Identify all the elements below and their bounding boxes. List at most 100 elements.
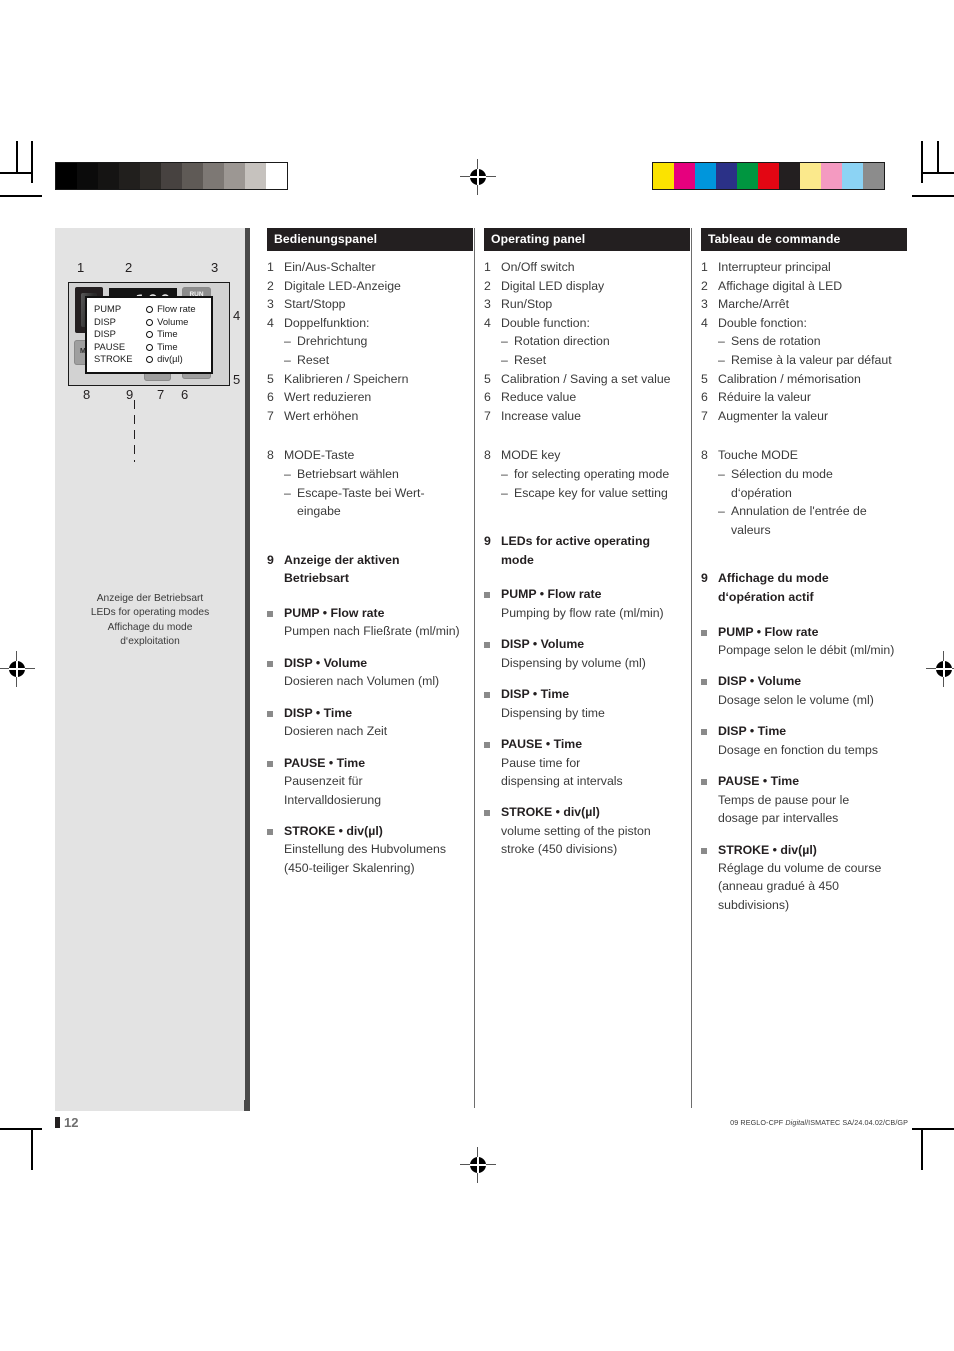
sub-item: – Annulation de l'entrée de xyxy=(701,502,907,521)
color-step-2 xyxy=(695,163,716,189)
item-number: 9 xyxy=(484,534,491,549)
item-number: 4 xyxy=(701,315,708,330)
bullet-description: (anneau gradué à 450 xyxy=(718,879,840,894)
crop-mark-tl-h xyxy=(0,195,42,197)
sub-item-text: Reset xyxy=(297,352,330,367)
sub-item-text: eingabe xyxy=(297,504,341,519)
bullet-description: (450-teiliger Skalenring) xyxy=(284,860,415,875)
page-number-value: 12 xyxy=(64,1115,79,1130)
legend-caption-fr-2: d‘exploitation xyxy=(120,636,180,648)
item-text: Wert reduzieren xyxy=(284,390,372,405)
sub-item-text: valeurs xyxy=(731,522,771,537)
item-number: 4 xyxy=(267,315,274,330)
item-number: 5 xyxy=(701,371,708,386)
item-number: 2 xyxy=(484,278,491,293)
bullet-square-icon xyxy=(267,705,284,741)
item-number: 3 xyxy=(701,297,708,312)
bullet-heading: STROKE • div(µl) xyxy=(284,823,383,838)
bullet-item: PUMP • Flow rate Pompage selon le débit (… xyxy=(701,624,907,660)
item-text: Affichage du mode d‘opération actif xyxy=(718,569,907,606)
bullet-description: volume setting of the piston xyxy=(501,823,651,838)
led-legend-box: PUMP Flow rate DISP Volume DISP Time PAUSE Time… xyxy=(85,296,213,374)
list-item: 2 Affichage digital à LED xyxy=(701,277,907,296)
crop-mark-br-v xyxy=(921,1128,923,1170)
color-step-10 xyxy=(863,163,884,189)
bullet-item: DISP • Time Dispensing by time xyxy=(484,686,690,722)
heading-line-2: d‘opération actif xyxy=(718,589,814,604)
bullet-heading: DISP • Time xyxy=(284,705,353,720)
footer-credit-pre: 09 REGLO-CPF xyxy=(730,1118,786,1127)
color-step-1 xyxy=(674,163,695,189)
bullet-text: PAUSE • Time Pausenzeit für Intervalldosie… xyxy=(284,755,473,809)
crop-mark-tr2-h xyxy=(922,172,954,174)
sub-item-text: Escape-Taste bei Wert- xyxy=(297,485,425,500)
item-number: 4 xyxy=(484,315,491,330)
legend-unit-1: Volume xyxy=(146,316,204,329)
item-text: Réduire la valeur xyxy=(718,390,811,405)
list-item: 3 Run/Stop xyxy=(484,295,690,314)
footer-credit-emphasis: Digital xyxy=(785,1118,807,1127)
dash-marker: – xyxy=(718,334,725,349)
item-number: 1 xyxy=(701,260,708,274)
item-number: 1 xyxy=(267,260,274,274)
bullet-item: STROKE • div(µl) volume setting of the pi… xyxy=(484,804,690,858)
dash-marker: – xyxy=(718,504,725,519)
sub-item: – Sens de rotation xyxy=(701,332,907,351)
legend-leader-line xyxy=(133,400,136,462)
bullet-item: DISP • Volume Dosieren nach Volumen (ml) xyxy=(267,655,473,691)
sub-item: – Betriebsart wählen xyxy=(267,465,473,484)
item-number: 5 xyxy=(484,371,491,386)
bullet-square-icon xyxy=(701,723,718,759)
item-text: Start/Stopp xyxy=(284,297,346,312)
callout-7: 7 xyxy=(157,387,165,402)
bullet-text: STROKE • div(µl) Réglage du volume de cou… xyxy=(718,842,907,915)
sub-item-continuation: eingabe xyxy=(267,502,473,521)
item-number: 1 xyxy=(484,260,491,274)
gray-step-2 xyxy=(98,163,119,189)
registration-mark-bottom xyxy=(460,1147,496,1183)
legend-row: DISP Volume xyxy=(94,316,204,329)
bullet-text: DISP • Time Dosieren nach Zeit xyxy=(284,705,473,741)
color-calibration-bar xyxy=(652,162,885,190)
dash-marker: – xyxy=(718,466,725,481)
dash-marker: – xyxy=(501,334,508,349)
bullet-item: PUMP • Flow rate Pumping by flow rate (ml… xyxy=(484,586,690,622)
bullet-description: Dispensing by time xyxy=(501,705,605,720)
led-legend-table: PUMP Flow rate DISP Volume DISP Time PAUSE Time… xyxy=(94,303,204,366)
sub-item: – Drehrichtung xyxy=(267,332,473,351)
bullet-item: STROKE • div(µl) Einstellung des Hubvolum… xyxy=(267,823,473,877)
legend-mode-4: STROKE xyxy=(94,353,133,365)
dash-spacer xyxy=(718,521,731,540)
list-item: 6 Reduce value xyxy=(484,388,690,407)
item-text: Run/Stop xyxy=(501,297,553,312)
bullet-text: DISP • Time Dispensing by time xyxy=(501,686,690,722)
sub-item-text: Drehrichtung xyxy=(297,334,368,349)
column-french: Tableau de commande 1 Interrupteur princi… xyxy=(701,228,907,928)
callout-9: 9 xyxy=(126,387,134,402)
legend-led-icon-1 xyxy=(146,318,154,326)
list-item: 2 Digitale LED-Anzeige xyxy=(267,277,473,296)
gray-step-10 xyxy=(266,163,287,189)
dash-spacer xyxy=(718,484,731,503)
bullet-description: Dosieren nach Zeit xyxy=(284,724,388,739)
sub-item-text: Sens de rotation xyxy=(731,334,821,349)
item-text: Kalibrieren / Speichern xyxy=(284,371,409,386)
bullet-square-icon xyxy=(484,636,501,672)
bullet-item: PAUSE • Time Temps de pause pour le dosage… xyxy=(701,773,907,827)
dash-marker: – xyxy=(284,352,291,367)
list-item: 4 Double fonction: xyxy=(701,314,907,333)
list-item: 5 Kalibrieren / Speichern xyxy=(267,370,473,389)
bullet-description: Pompage selon le débit (ml/min) xyxy=(718,643,895,657)
bullet-text: PUMP • Flow rate Pompage selon le débit (… xyxy=(718,624,907,660)
color-step-5 xyxy=(758,163,779,189)
bullet-text: DISP • Volume Dispensing by volume (ml) xyxy=(501,636,690,672)
bullet-heading: DISP • Volume xyxy=(718,674,802,689)
item-text: Digitale LED-Anzeige xyxy=(284,278,401,293)
bullet-square-icon xyxy=(267,755,284,809)
bullet-description: Dosieren nach Volumen (ml) xyxy=(284,674,440,689)
bullet-heading: PAUSE • Time xyxy=(501,737,583,752)
gray-step-0 xyxy=(56,163,77,189)
legend-row: DISP Time xyxy=(94,328,204,341)
